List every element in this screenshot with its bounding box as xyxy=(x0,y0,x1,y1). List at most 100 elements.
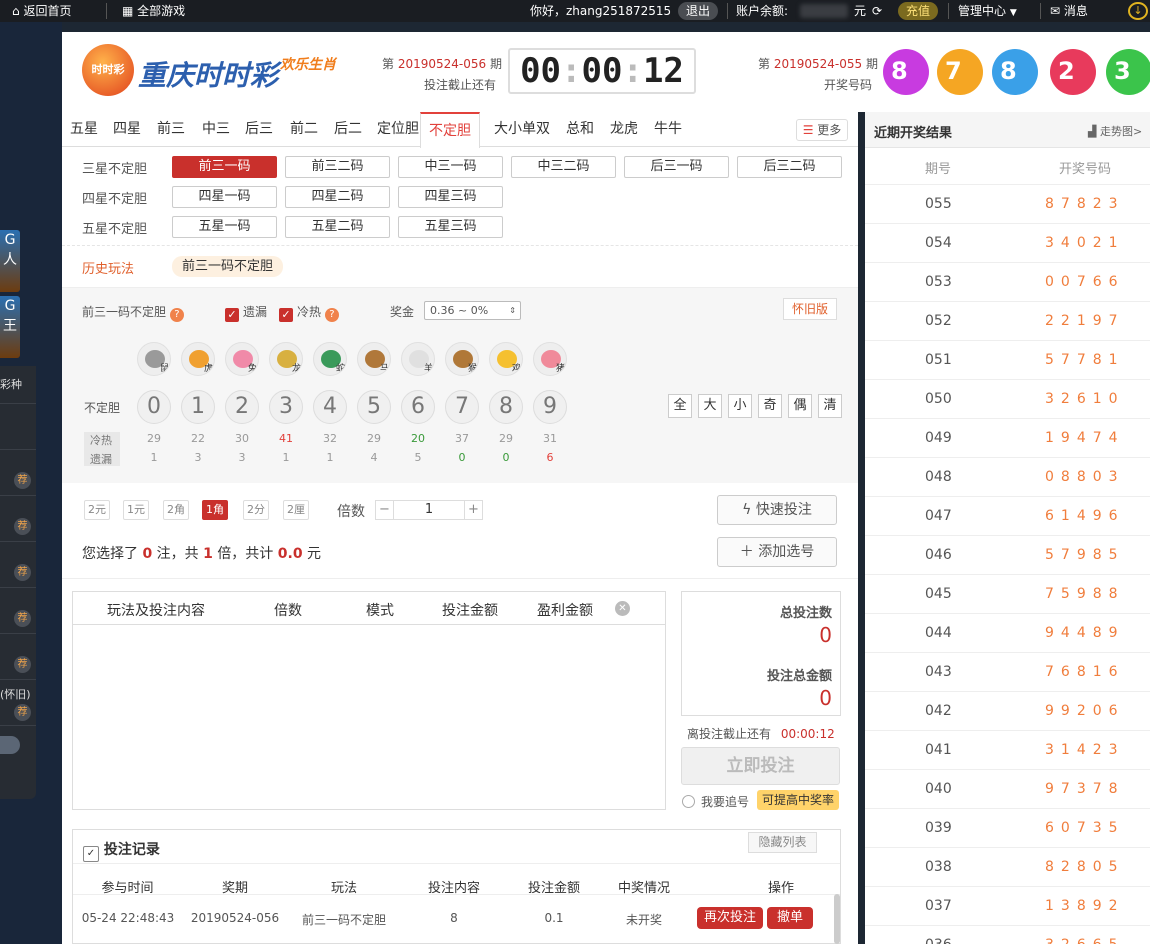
tab-8[interactable]: 不定胆 xyxy=(420,112,480,148)
number-ball-0[interactable]: 0 xyxy=(137,390,171,424)
hot-value: 29 xyxy=(499,432,513,445)
old-version-button[interactable]: 怀旧版 xyxy=(783,298,837,320)
bet-list: 玩法及投注内容 倍数 模式 投注金额 盈利金额 ✕ xyxy=(72,591,666,810)
unit-option[interactable]: 1元 xyxy=(123,500,149,520)
quick-select-button[interactable]: 奇 xyxy=(758,394,782,418)
play-option[interactable]: 前三二码 xyxy=(285,156,390,178)
multiplier-stepper[interactable]: − 1 + xyxy=(375,500,483,520)
unit-option[interactable]: 2分 xyxy=(243,500,269,520)
number-ball-3[interactable]: 3 xyxy=(269,390,303,424)
recommend-badge: 荐 xyxy=(14,518,31,535)
quick-select-button[interactable]: 小 xyxy=(728,394,752,418)
unit-option[interactable]: 2厘 xyxy=(283,500,309,520)
side-menu-item[interactable]: 荐 xyxy=(0,496,36,542)
side-menu-item[interactable]: 荐 xyxy=(0,588,36,634)
unit-option[interactable]: 2元 xyxy=(84,500,110,520)
manage-center-menu[interactable]: 管理中心 ▼ xyxy=(958,0,1017,22)
tab-9[interactable]: 大小单双 xyxy=(494,112,550,147)
side-menu-item[interactable]: 荐 xyxy=(0,450,36,496)
number-ball-8[interactable]: 8 xyxy=(489,390,523,424)
tab-3[interactable]: 中三 xyxy=(202,112,230,147)
quick-select-button[interactable]: 偶 xyxy=(788,394,812,418)
divider xyxy=(62,245,858,246)
quick-select-button[interactable]: 大 xyxy=(698,394,722,418)
rebet-button[interactable]: 再次投注 xyxy=(697,907,763,929)
zodiac-label: 鸡 xyxy=(511,364,521,374)
result-numbers: 94489 xyxy=(1045,625,1125,641)
prize-select[interactable]: 0.36 ~ 0% ⇕ xyxy=(424,301,521,320)
more-button[interactable]: ☰ 更多 xyxy=(796,119,848,141)
plus-button[interactable]: + xyxy=(464,501,482,519)
play-option[interactable]: 后三一码 xyxy=(624,156,729,178)
tab-0[interactable]: 五星 xyxy=(70,112,98,147)
number-ball-7[interactable]: 7 xyxy=(445,390,479,424)
all-games-link[interactable]: ▦ 全部游戏 xyxy=(122,0,185,22)
tab-11[interactable]: 龙虎 xyxy=(610,112,638,147)
scrollbar[interactable] xyxy=(834,894,840,944)
play-option[interactable]: 后三二码 xyxy=(737,156,842,178)
play-option[interactable]: 前三一码 xyxy=(172,156,277,178)
col-header: 玩法及投注内容 xyxy=(107,603,205,619)
download-icon[interactable]: ↓ xyxy=(1128,2,1148,20)
chase-toggle[interactable]: 我要追号 xyxy=(682,793,749,810)
trend-link[interactable]: ▟ 走势图> xyxy=(1088,123,1142,139)
number-ball-1[interactable]: 1 xyxy=(181,390,215,424)
side-menu-item[interactable] xyxy=(0,404,36,450)
number-ball-2[interactable]: 2 xyxy=(225,390,259,424)
cancel-button[interactable]: 撤单 xyxy=(767,907,813,929)
play-option[interactable]: 四星二码 xyxy=(285,186,390,208)
play-option[interactable]: 中三一码 xyxy=(398,156,503,178)
refresh-icon[interactable]: ⟳ xyxy=(872,0,882,22)
quick-select-button[interactable]: 清 xyxy=(818,394,842,418)
side-menu-item[interactable]: 荐 xyxy=(0,542,36,588)
message-link[interactable]: ✉ 消息 xyxy=(1050,0,1088,22)
timer-seconds: 12 xyxy=(642,51,684,91)
play-option[interactable]: 五星三码 xyxy=(398,216,503,238)
side-game-ad-2[interactable]: G王 xyxy=(0,296,20,358)
play-option[interactable]: 五星二码 xyxy=(285,216,390,238)
tab-7[interactable]: 定位胆 xyxy=(377,112,419,147)
side-menu-toggle[interactable] xyxy=(0,736,20,754)
divider xyxy=(1040,3,1041,19)
hot-checkbox[interactable]: ✓ 冷热 ? xyxy=(279,303,339,322)
play-option[interactable]: 中三二码 xyxy=(511,156,616,178)
tab-4[interactable]: 后三 xyxy=(245,112,273,147)
number-ball-6[interactable]: 6 xyxy=(401,390,435,424)
tab-6[interactable]: 后二 xyxy=(334,112,362,147)
add-bet-button[interactable]: ＋ 添加选号 xyxy=(717,537,837,567)
tab-12[interactable]: 牛牛 xyxy=(654,112,682,147)
zodiac-2: 兔 xyxy=(225,342,259,376)
result-issue: 053 xyxy=(925,274,952,290)
number-ball-9[interactable]: 9 xyxy=(533,390,567,424)
hide-list-button[interactable]: 隐藏列表 xyxy=(748,832,817,853)
unit-option[interactable]: 2角 xyxy=(163,500,189,520)
draw-label: 开奖号码 xyxy=(824,78,873,92)
clear-all-icon[interactable]: ✕ xyxy=(615,601,630,616)
minus-button[interactable]: − xyxy=(376,501,394,519)
submit-bet-button[interactable]: 立即投注 xyxy=(681,747,840,785)
home-link[interactable]: ⌂ 返回首页 xyxy=(12,0,71,22)
miss-checkbox[interactable]: ✓ 遗漏 xyxy=(225,303,267,322)
play-option[interactable]: 五星一码 xyxy=(172,216,277,238)
quick-bet-button[interactable]: ϟ 快速投注 xyxy=(717,495,837,525)
play-option[interactable]: 四星三码 xyxy=(398,186,503,208)
history-play-item[interactable]: 前三一码不定胆 xyxy=(172,256,284,277)
logout-button[interactable]: 退出 xyxy=(678,2,719,20)
tab-1[interactable]: 四星 xyxy=(113,112,141,147)
play-option[interactable]: 四星一码 xyxy=(172,186,277,208)
side-game-ad-1[interactable]: G人 xyxy=(0,230,20,292)
help-icon[interactable]: ? xyxy=(169,308,184,322)
unit-option[interactable]: 1角 xyxy=(202,500,228,520)
side-menu-item[interactable]: (怀旧) 荐 xyxy=(0,680,36,726)
number-ball-5[interactable]: 5 xyxy=(357,390,391,424)
tab-5[interactable]: 前二 xyxy=(290,112,318,147)
help-icon[interactable]: ? xyxy=(324,308,339,322)
recharge-button[interactable]: 充值 xyxy=(898,2,939,20)
number-ball-4[interactable]: 4 xyxy=(313,390,347,424)
side-menu-item[interactable]: 荐 xyxy=(0,634,36,680)
multiplier-input[interactable]: 1 xyxy=(394,501,464,519)
quick-select-button[interactable]: 全 xyxy=(668,394,692,418)
tab-10[interactable]: 总和 xyxy=(566,112,594,147)
tab-2[interactable]: 前三 xyxy=(157,112,185,147)
record-icon: ✓ xyxy=(83,846,99,862)
